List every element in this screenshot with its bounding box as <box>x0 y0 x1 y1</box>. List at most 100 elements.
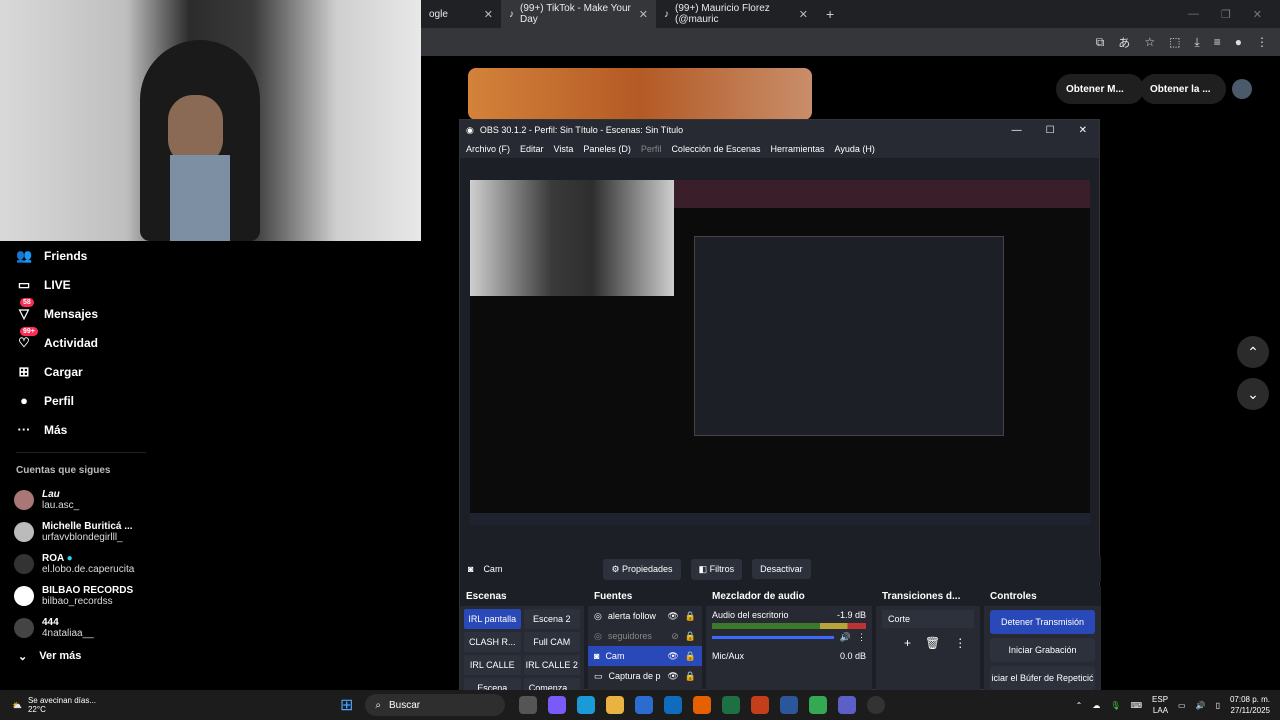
get-desktop-button[interactable]: Obtener la ... <box>1140 74 1226 104</box>
weather-widget[interactable]: ⛅ Se avecinan días... 22°C <box>0 696 340 714</box>
menu-docks[interactable]: Paneles (D) <box>583 144 631 154</box>
teams-icon[interactable] <box>838 696 857 714</box>
kebab-icon[interactable]: ⋮ <box>954 636 966 650</box>
maximize-icon[interactable]: ❐ <box>1221 8 1231 21</box>
nav-live[interactable]: ▭ LIVE <box>0 270 421 299</box>
word-icon[interactable] <box>780 696 799 714</box>
reading-list-icon[interactable]: ≡ <box>1214 35 1221 49</box>
language-indicator[interactable]: ESP LAA <box>1152 694 1168 716</box>
close-tab-icon[interactable]: ✕ <box>484 8 493 21</box>
store-icon[interactable] <box>635 696 654 714</box>
trash-icon[interactable]: 🗑 <box>925 636 940 650</box>
cast-icon[interactable]: ⧉ <box>1096 35 1105 50</box>
obs-preview[interactable] <box>470 180 1090 525</box>
get-app-button[interactable]: Obtener M... <box>1056 74 1144 104</box>
scroll-down-button[interactable]: ⌄ <box>1237 378 1269 410</box>
taskbar-search[interactable]: ⌕ Buscar <box>365 694 506 716</box>
nav-activity[interactable]: ♡ 99+ Actividad <box>0 326 421 357</box>
outlook-icon[interactable] <box>664 696 683 714</box>
menu-edit[interactable]: Editar <box>520 144 544 154</box>
nav-messages[interactable]: ▽ 58 Mensajes <box>0 297 421 328</box>
video-thumbnail[interactable] <box>468 68 812 120</box>
menu-profile[interactable]: Perfil <box>641 144 662 154</box>
nav-friends[interactable]: 👥 Friends <box>0 241 421 270</box>
deactivate-button[interactable]: Desactivar <box>752 559 811 579</box>
user-avatar[interactable] <box>1232 79 1252 99</box>
extensions-icon[interactable]: ⬚ <box>1169 35 1180 49</box>
task-view-icon[interactable] <box>519 696 538 714</box>
keyboard-icon[interactable]: ⌨ <box>1130 701 1142 710</box>
filters-button[interactable]: ◧ Filtros <box>690 558 743 580</box>
scene-item[interactable]: CLASH R... <box>464 632 521 652</box>
nav-label: LIVE <box>44 277 71 292</box>
download-icon[interactable]: ⤓ <box>1194 35 1199 50</box>
close-tab-icon[interactable]: ✕ <box>639 8 648 21</box>
chrome-icon[interactable] <box>809 696 828 714</box>
profile-avatar[interactable]: ● <box>1235 35 1242 49</box>
menu-file[interactable]: Archivo (F) <box>466 144 510 154</box>
source-item[interactable]: ◙ Cam 👁 🔒 <box>588 646 702 666</box>
firefox-icon[interactable] <box>693 696 712 714</box>
add-icon[interactable]: + <box>904 636 911 650</box>
close-icon[interactable]: ✕ <box>1079 125 1087 136</box>
weather-icon: ⛅ <box>12 700 22 710</box>
stop-stream-button[interactable]: Detener Transmisión <box>990 610 1095 634</box>
menu-scene-collection[interactable]: Colección de Escenas <box>671 144 760 154</box>
volume-icon[interactable]: 🔊 <box>1196 701 1206 710</box>
source-item[interactable]: ◎ alerta follow 👁 🔒 <box>588 606 702 626</box>
replay-buffer-button[interactable]: iciar el Búfer de Repeticić <box>990 666 1095 690</box>
minimize-icon[interactable]: — <box>1012 125 1022 136</box>
display-icon[interactable]: ▭ <box>1178 701 1186 710</box>
see-more-link[interactable]: ⌄ Ver más <box>0 644 421 669</box>
following-account[interactable]: Lau lau.asc_ <box>0 484 421 516</box>
menu-tools[interactable]: Herramientas <box>771 144 825 154</box>
nav-profile[interactable]: ● Perfil <box>0 386 421 415</box>
scene-item[interactable]: IRL CALLE 2 <box>523 655 580 675</box>
copilot-icon[interactable] <box>548 696 567 714</box>
scene-item[interactable]: IRL pantalla <box>464 609 521 629</box>
source-item[interactable]: ▭ Captura de p 👁 🔒 <box>588 666 702 686</box>
scroll-up-button[interactable]: ⌃ <box>1237 336 1269 368</box>
minimize-icon[interactable]: — <box>1188 8 1199 21</box>
close-icon[interactable]: ✕ <box>1253 8 1262 21</box>
excel-icon[interactable] <box>722 696 741 714</box>
windows-taskbar: ⛅ Se avecinan días... 22°C ⊞ ⌕ Buscar ⌃ ☁… <box>0 690 1280 720</box>
browser-tab-active[interactable]: ♪ (99+) TikTok - Make Your Day ✕ <box>501 0 656 28</box>
nav-more[interactable]: ··· Más <box>0 415 421 444</box>
edge-icon[interactable] <box>577 696 596 714</box>
obs-icon[interactable] <box>867 696 886 714</box>
translate-icon[interactable]: あ <box>1118 34 1130 51</box>
menu-icon[interactable]: ⋮ <box>1256 35 1268 49</box>
following-account[interactable]: ROA ● el.lobo.de.caperucita <box>0 548 421 580</box>
scene-item[interactable]: IRL CALLE <box>464 655 521 675</box>
scene-item[interactable]: Escena 2 <box>523 609 580 629</box>
menu-help[interactable]: Ayuda (H) <box>835 144 875 154</box>
bookmark-star-icon[interactable]: ☆ <box>1144 35 1155 49</box>
new-tab-button[interactable]: + <box>816 6 844 22</box>
source-item[interactable]: ◎ seguidores ⊘ 🔒 <box>588 626 702 646</box>
following-account[interactable]: Michelle Buriticá ... urfavvblondegirlll_ <box>0 516 421 548</box>
close-tab-icon[interactable]: ✕ <box>799 8 808 21</box>
browser-tab[interactable]: ogle ✕ <box>421 0 501 28</box>
transition-select[interactable]: Corte <box>882 610 974 628</box>
cloud-icon[interactable]: ☁ <box>1092 701 1100 710</box>
start-icon[interactable]: ⊞ <box>340 695 353 715</box>
following-account[interactable]: BILBAO RECORDS bilbao_recordss <box>0 580 421 612</box>
speaker-icon[interactable]: 🔊 <box>840 632 851 643</box>
menu-view[interactable]: Vista <box>554 144 574 154</box>
mic-icon[interactable]: 🎙 <box>1110 701 1120 710</box>
start-recording-button[interactable]: Iniciar Grabación <box>990 638 1095 662</box>
powerpoint-icon[interactable] <box>751 696 770 714</box>
properties-button[interactable]: ⚙ Propiedades <box>603 558 681 580</box>
browser-tab[interactable]: ♪ (99+) Mauricio Florez (@mauric ✕ <box>656 0 816 28</box>
file-explorer-icon[interactable] <box>606 696 625 714</box>
following-account[interactable]: 444 4nataliaa__ <box>0 612 421 644</box>
taskbar-clock[interactable]: 07:08 p. m. 27/11/2025 <box>1230 694 1270 716</box>
scene-item[interactable]: Full CAM <box>523 632 580 652</box>
kebab-icon[interactable]: ⋮ <box>857 632 866 643</box>
maximize-icon[interactable]: ☐ <box>1046 125 1055 136</box>
battery-icon[interactable]: ▯ <box>1216 701 1220 710</box>
chevron-up-icon[interactable]: ⌃ <box>1076 701 1083 710</box>
nav-upload[interactable]: ⊞ Cargar <box>0 357 421 386</box>
volume-slider[interactable] <box>712 636 834 639</box>
